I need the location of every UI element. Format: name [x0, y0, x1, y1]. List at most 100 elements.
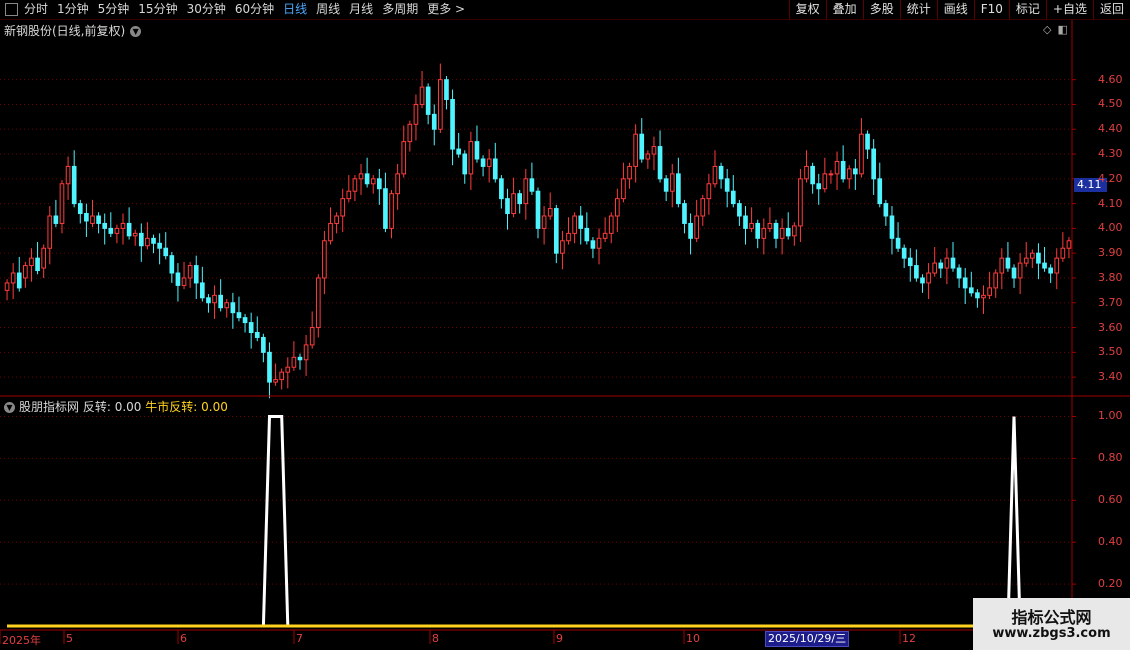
candle-body — [224, 302, 230, 309]
chart-canvas[interactable] — [0, 0, 1130, 650]
candle-body — [261, 336, 266, 353]
candle-body — [810, 165, 815, 185]
period-tab-2[interactable]: 5分钟 — [98, 0, 130, 19]
candle-body — [578, 215, 584, 229]
candle-body — [511, 193, 516, 215]
date-cursor-label: 2025/10/29/三 — [765, 631, 850, 647]
candle-body — [669, 173, 675, 192]
chevron-down-icon[interactable]: ▼ — [130, 26, 142, 37]
candle-body — [438, 79, 443, 130]
price-axis-label: 4.30 — [1098, 147, 1123, 161]
indicator-title: ▼ 股朋指标网 反转: 0.00 牛市反转: 0.00 — [4, 398, 228, 415]
indicator-panel — [0, 415, 1124, 628]
candle-body — [212, 294, 217, 304]
candle-body — [962, 277, 968, 289]
candle-body — [968, 287, 974, 294]
candle-body — [322, 240, 327, 279]
candle-body — [572, 215, 577, 234]
candle-body — [627, 165, 632, 180]
candle-body — [273, 379, 278, 383]
watermark-line2: www.zbgs3.com — [992, 626, 1111, 641]
date-axis-label: 12 — [902, 632, 916, 645]
candle-body — [682, 203, 687, 224]
candle-body — [114, 227, 120, 234]
candle-body — [346, 190, 352, 200]
candle-body — [755, 222, 761, 239]
candle-body — [151, 237, 156, 244]
candle-body — [718, 165, 724, 180]
candle-body — [53, 215, 59, 224]
indicator-axis-label: 0.40 — [1098, 535, 1123, 549]
candle-body — [138, 232, 144, 247]
candle-body — [169, 255, 175, 274]
period-tab-6[interactable]: 日线 — [283, 0, 307, 19]
candle-body — [663, 178, 669, 192]
candle-body — [248, 322, 254, 334]
candle-body — [1054, 257, 1060, 274]
candle-body — [108, 227, 114, 234]
toolbar-button-7[interactable]: +自选 — [1045, 0, 1093, 19]
toolbar-button-0[interactable]: 复权 — [788, 0, 826, 19]
price-axis-label: 4.40 — [1098, 122, 1123, 136]
toolbar-button-6[interactable]: 标记 — [1008, 0, 1046, 19]
toolbar-button-8[interactable]: 返回 — [1092, 0, 1130, 19]
stock-title[interactable]: 新钢股份(日线,前复权) ▼ — [4, 22, 142, 39]
candle-body — [993, 272, 999, 289]
indicator-grid — [0, 415, 1076, 585]
toolbar-button-2[interactable]: 多股 — [862, 0, 900, 19]
candle-body — [132, 232, 138, 237]
period-tab-5[interactable]: 60分钟 — [235, 0, 274, 19]
candle-body — [383, 188, 388, 229]
candle-body — [615, 198, 620, 217]
price-axis-label: 4.50 — [1098, 97, 1123, 111]
period-tab-0[interactable]: 分时 — [24, 0, 48, 19]
candle-body — [474, 141, 480, 160]
candle-body — [10, 272, 16, 284]
candle-body — [413, 103, 419, 125]
indicator-axis-label: 0.60 — [1098, 493, 1123, 507]
candlestick-series — [4, 63, 1072, 399]
indicator-field2-label: 牛市反转: — [145, 400, 198, 414]
toolbar-button-1[interactable]: 叠加 — [825, 0, 863, 19]
price-axis-label: 4.60 — [1098, 72, 1123, 86]
candle-body — [492, 158, 498, 180]
period-tab-10[interactable]: 更多 > — [427, 0, 465, 19]
period-tab-8[interactable]: 月线 — [349, 0, 373, 19]
watermark-line1: 指标公式网 — [1011, 608, 1092, 627]
diamond-icon[interactable]: ◇ — [1043, 23, 1051, 36]
toolbar-checkbox[interactable] — [5, 3, 18, 16]
chevron-down-icon[interactable]: ▼ — [4, 402, 15, 413]
price-axis-label: 3.50 — [1098, 345, 1123, 359]
candle-body — [236, 312, 242, 319]
candle-body — [358, 173, 364, 180]
toolbar-button-4[interactable]: 画线 — [936, 0, 974, 19]
candle-body — [4, 282, 10, 291]
toolbar-button-3[interactable]: 统计 — [899, 0, 937, 19]
candle-body — [254, 332, 260, 338]
toolbar-button-5[interactable]: F10 — [973, 0, 1009, 19]
candle-body — [920, 277, 925, 284]
period-tab-3[interactable]: 15分钟 — [138, 0, 177, 19]
period-tab-1[interactable]: 1分钟 — [57, 0, 89, 19]
candle-body — [773, 222, 779, 239]
candle-body — [291, 356, 297, 368]
candle-body — [853, 168, 858, 175]
chart-frame — [0, 20, 1130, 644]
panel-toggle-icon[interactable]: ◧ — [1057, 23, 1067, 36]
candle-body — [688, 222, 693, 239]
period-tab-9[interactable]: 多周期 — [382, 0, 418, 19]
candle-body — [157, 242, 162, 249]
candle-body — [938, 262, 944, 269]
candle-body — [315, 277, 321, 329]
candle-body — [175, 272, 181, 286]
price-axis-label: 4.20 — [1098, 171, 1123, 185]
date-axis-label: 7 — [296, 632, 303, 645]
date-axis-label: 8 — [432, 632, 439, 645]
candle-body — [29, 257, 34, 267]
candle-body — [370, 178, 376, 185]
period-tab-4[interactable]: 30分钟 — [187, 0, 226, 19]
candle-body — [950, 257, 956, 269]
period-tab-7[interactable]: 周线 — [316, 0, 340, 19]
candle-body — [749, 222, 754, 229]
candle-body — [126, 222, 132, 237]
